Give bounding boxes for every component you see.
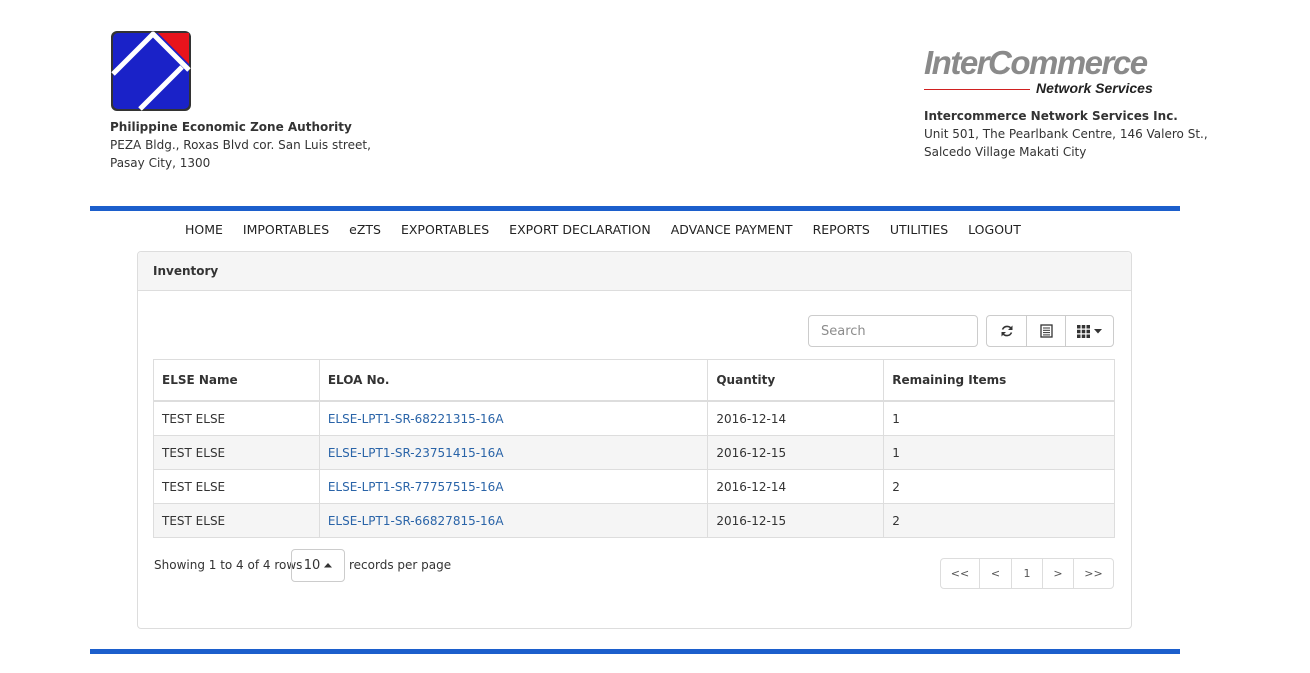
nav-item-home[interactable]: HOME xyxy=(185,222,223,237)
footer-divider xyxy=(90,649,1180,654)
cell-remaining-items: 1 xyxy=(883,400,1115,436)
cell-remaining-items: 1 xyxy=(883,435,1115,470)
column-header-remaining-items[interactable]: Remaining Items xyxy=(883,359,1115,402)
columns-dropdown-button[interactable] xyxy=(1065,315,1114,347)
pagination-info: Showing 1 to 4 of 4 rows xyxy=(154,558,303,572)
intercommerce-logo-subtext: Network Services xyxy=(1036,80,1153,96)
nav-item-utilities[interactable]: UTILITIES xyxy=(890,222,948,237)
table-toolbar xyxy=(986,315,1114,347)
nav-item-exportables[interactable]: EXPORTABLES xyxy=(401,222,489,237)
cell-else-name: TEST ELSE xyxy=(153,469,320,504)
cell-remaining-items: 2 xyxy=(883,503,1115,538)
column-header-else-name[interactable]: ELSE Name xyxy=(153,359,320,402)
cell-else-name: TEST ELSE xyxy=(153,400,320,436)
cell-quantity: 2016-12-15 xyxy=(707,503,884,538)
refresh-icon xyxy=(1001,325,1012,337)
table-row: TEST ELSE ELSE-LPT1-SR-68221315-16A 2016… xyxy=(153,400,1115,436)
peza-address-line1: PEZA Bldg., Roxas Blvd cor. San Luis str… xyxy=(110,138,371,152)
inventory-table: ELSE Name ELOA No. Quantity Remaining It… xyxy=(153,359,1115,538)
page-1-button[interactable]: 1 xyxy=(1011,558,1043,589)
column-header-quantity[interactable]: Quantity xyxy=(707,359,884,402)
cell-else-name: TEST ELSE xyxy=(153,435,320,470)
cell-eloa-no: ELSE-LPT1-SR-23751415-16A xyxy=(318,435,708,470)
toggle-view-button[interactable] xyxy=(1026,315,1066,347)
page-prev-button[interactable]: < xyxy=(979,558,1012,589)
table-row: TEST ELSE ELSE-LPT1-SR-77757515-16A 2016… xyxy=(153,469,1115,504)
table-header-row: ELSE Name ELOA No. Quantity Remaining It… xyxy=(153,359,1115,402)
eloa-link[interactable]: ELSE-LPT1-SR-23751415-16A xyxy=(328,446,504,460)
cell-quantity: 2016-12-14 xyxy=(707,469,884,504)
header-divider xyxy=(90,206,1180,211)
nav-item-logout[interactable]: LOGOUT xyxy=(968,222,1021,237)
records-per-page-label: records per page xyxy=(349,558,452,572)
table-row: TEST ELSE ELSE-LPT1-SR-66827815-16A 2016… xyxy=(153,503,1115,538)
main-nav: HOME IMPORTABLES eZTS EXPORTABLES EXPORT… xyxy=(185,222,1041,237)
cell-eloa-no: ELSE-LPT1-SR-66827815-16A xyxy=(318,503,708,538)
cell-remaining-items: 2 xyxy=(883,469,1115,504)
page-size-value: 10 xyxy=(303,558,321,573)
panel-title: Inventory xyxy=(153,264,219,278)
nav-item-reports[interactable]: REPORTS xyxy=(813,222,870,237)
eloa-link[interactable]: ELSE-LPT1-SR-68221315-16A xyxy=(328,412,504,426)
search-input[interactable] xyxy=(808,315,978,347)
refresh-button[interactable] xyxy=(986,315,1027,347)
caret-down-icon xyxy=(1094,328,1102,333)
page-size-dropdown[interactable]: 10 xyxy=(291,549,345,582)
cell-else-name: TEST ELSE xyxy=(153,503,320,538)
cell-eloa-no: ELSE-LPT1-SR-68221315-16A xyxy=(318,400,708,436)
peza-address-line2: Pasay City, 1300 xyxy=(110,156,211,170)
intercommerce-address-line1: Unit 501, The Pearlbank Centre, 146 Vale… xyxy=(924,127,1208,141)
peza-logo-icon xyxy=(111,31,191,111)
intercommerce-address-line2: Salcedo Village Makati City xyxy=(924,145,1087,159)
columns-grid-icon xyxy=(1077,324,1090,338)
caret-up-icon xyxy=(324,563,333,568)
list-view-icon xyxy=(1039,324,1053,338)
intercommerce-logo-text: InterCommerce xyxy=(924,44,1148,81)
nav-item-importables[interactable]: IMPORTABLES xyxy=(243,222,329,237)
cell-quantity: 2016-12-14 xyxy=(707,400,884,436)
page-last-button[interactable]: >> xyxy=(1073,558,1114,589)
eloa-link[interactable]: ELSE-LPT1-SR-66827815-16A xyxy=(328,514,504,528)
nav-item-ezts[interactable]: eZTS xyxy=(349,222,381,237)
table-row: TEST ELSE ELSE-LPT1-SR-23751415-16A 2016… xyxy=(153,435,1115,470)
peza-address-block: Philippine Economic Zone Authority PEZA … xyxy=(110,118,371,172)
intercommerce-logo: InterCommerce Network Services xyxy=(922,44,1172,102)
intercommerce-logo-line xyxy=(924,89,1030,90)
panel-heading: Inventory xyxy=(138,252,1131,291)
page-first-button[interactable]: << xyxy=(940,558,980,589)
nav-item-advance-payment[interactable]: ADVANCE PAYMENT xyxy=(671,222,793,237)
peza-org-name: Philippine Economic Zone Authority xyxy=(110,120,352,134)
cell-eloa-no: ELSE-LPT1-SR-77757515-16A xyxy=(318,469,708,504)
eloa-link[interactable]: ELSE-LPT1-SR-77757515-16A xyxy=(328,480,504,494)
column-header-eloa-no[interactable]: ELOA No. xyxy=(318,359,708,402)
pagination: << < 1 > >> xyxy=(940,558,1114,589)
page-next-button[interactable]: > xyxy=(1042,558,1074,589)
intercommerce-company-name: Intercommerce Network Services Inc. xyxy=(924,109,1178,123)
intercommerce-address-block: Intercommerce Network Services Inc. Unit… xyxy=(924,107,1208,161)
nav-item-export-declaration[interactable]: EXPORT DECLARATION xyxy=(509,222,651,237)
cell-quantity: 2016-12-15 xyxy=(707,435,884,470)
